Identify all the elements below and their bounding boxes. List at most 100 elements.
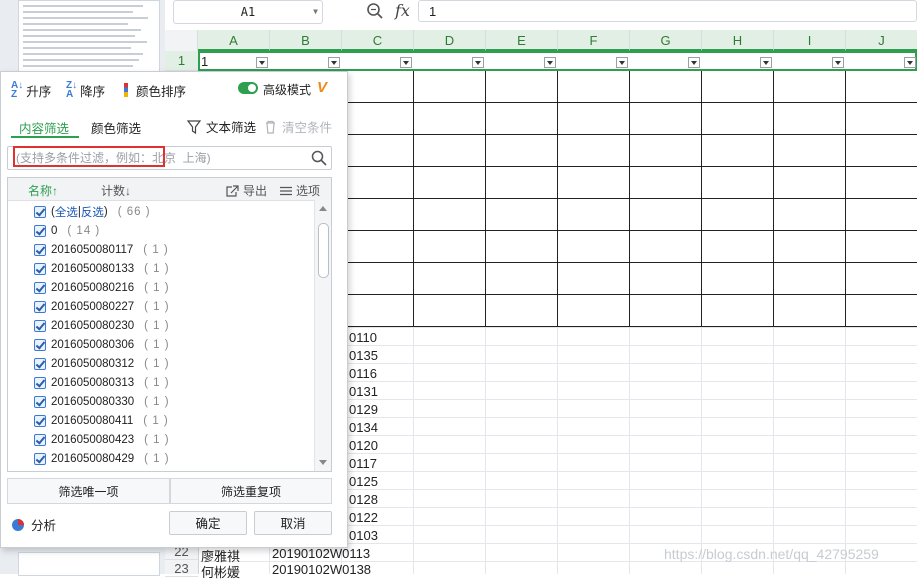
analyze-button[interactable]: 分析 <box>11 515 56 534</box>
cell-id-value[interactable]: 0116 <box>349 366 377 381</box>
filter-list-item[interactable]: 2016050080117 ( 1 ) <box>8 240 316 259</box>
table-cell[interactable] <box>558 135 630 167</box>
table-cell[interactable] <box>846 103 917 135</box>
table-cell[interactable] <box>414 71 486 103</box>
table-cell[interactable] <box>348 135 414 167</box>
scroll-up-arrow[interactable] <box>319 206 327 211</box>
table-cell[interactable] <box>702 71 774 103</box>
table-cell[interactable] <box>846 231 917 263</box>
filter-list-item[interactable]: 2016050080306 ( 1 ) <box>8 335 316 354</box>
column-filter-dropdown-g[interactable] <box>688 57 700 68</box>
filter-list-item[interactable]: 2016050080330 ( 1 ) <box>8 392 316 411</box>
table-cell[interactable] <box>774 199 846 231</box>
filter-list-item[interactable]: 2016050080313 ( 1 ) <box>8 373 316 392</box>
column-filter-dropdown-f[interactable] <box>616 57 628 68</box>
filter-list-item[interactable]: 2016050080227 ( 1 ) <box>8 297 316 316</box>
table-cell[interactable] <box>702 295 774 327</box>
filter-list-item[interactable]: 2016050080216 ( 1 ) <box>8 278 316 297</box>
cancel-button[interactable]: 取消 <box>254 511 332 535</box>
table-cell[interactable] <box>846 135 917 167</box>
cell-id-value[interactable]: 0103 <box>349 528 378 543</box>
table-cell[interactable] <box>414 135 486 167</box>
text-filter-button[interactable]: 文本筛选 <box>187 117 256 136</box>
cell-id-value[interactable]: 20190102W0113 <box>272 546 370 561</box>
item-checkbox[interactable] <box>34 472 46 473</box>
sort-by-name-button[interactable]: 名称↑ <box>28 182 58 199</box>
formula-input[interactable]: 1 <box>418 0 917 22</box>
item-checkbox[interactable] <box>34 300 46 313</box>
table-cell[interactable] <box>702 135 774 167</box>
table-cell[interactable] <box>630 71 702 103</box>
item-checkbox[interactable] <box>34 414 46 427</box>
item-checkbox[interactable] <box>34 452 46 465</box>
table-cell[interactable] <box>702 103 774 135</box>
table-cell[interactable] <box>702 199 774 231</box>
table-cell[interactable] <box>414 199 486 231</box>
filter-list-item[interactable]: 2016050080429 ( 1 ) <box>8 449 316 468</box>
table-cell[interactable] <box>702 231 774 263</box>
table-cell[interactable] <box>774 71 846 103</box>
table-cell[interactable] <box>630 167 702 199</box>
table-cell[interactable] <box>846 263 917 295</box>
table-cell[interactable] <box>774 135 846 167</box>
table-cell[interactable] <box>630 135 702 167</box>
table-cell[interactable] <box>414 103 486 135</box>
filter-list-item[interactable]: 2016050080411 ( 1 ) <box>8 411 316 430</box>
clear-conditions-button[interactable]: 清空条件 <box>264 117 332 136</box>
filter-list-item[interactable]: 2016050080133 ( 1 ) <box>8 259 316 278</box>
table-cell[interactable] <box>348 263 414 295</box>
table-cell[interactable] <box>558 71 630 103</box>
select-all-corner[interactable] <box>165 30 198 51</box>
column-header-j[interactable]: J <box>846 30 917 51</box>
table-cell[interactable] <box>486 263 558 295</box>
table-cell[interactable] <box>774 295 846 327</box>
filter-list-item[interactable]: 2016050080423 ( 1 ) <box>8 430 316 449</box>
table-cell[interactable] <box>558 295 630 327</box>
scroll-down-arrow[interactable] <box>319 460 327 465</box>
advanced-mode-toggle[interactable] <box>238 82 258 94</box>
table-cell[interactable] <box>774 103 846 135</box>
table-cell[interactable] <box>846 167 917 199</box>
table-cell[interactable] <box>486 167 558 199</box>
item-checkbox[interactable] <box>34 433 46 446</box>
sort-descending-button[interactable]: Z↓ A 降序 <box>66 81 105 100</box>
column-header-d[interactable]: D <box>414 30 486 51</box>
filter-list-item[interactable]: 2016050080621 ( 1 ) <box>8 468 316 473</box>
row-header-1[interactable]: 1 <box>165 51 198 71</box>
column-filter-dropdown-c[interactable] <box>400 57 412 68</box>
tab-color-filter[interactable]: 颜色筛选 <box>91 118 141 137</box>
column-filter-dropdown-i[interactable] <box>832 57 844 68</box>
column-filter-dropdown-d[interactable] <box>472 57 484 68</box>
table-cell[interactable] <box>630 231 702 263</box>
table-cell[interactable] <box>348 103 414 135</box>
table-cell[interactable] <box>348 295 414 327</box>
table-cell[interactable] <box>846 71 917 103</box>
table-cell[interactable] <box>558 231 630 263</box>
table-cell[interactable] <box>774 263 846 295</box>
table-cell[interactable] <box>414 263 486 295</box>
table-cell[interactable] <box>702 167 774 199</box>
zoom-icon[interactable] <box>366 2 384 20</box>
sheet-thumbnail-bottom[interactable] <box>18 552 160 576</box>
item-checkbox[interactable] <box>34 224 46 237</box>
table-cell[interactable] <box>558 263 630 295</box>
export-button[interactable]: 导出 <box>226 182 267 199</box>
cell-id-value[interactable]: 0117 <box>349 456 377 471</box>
cell-id-value[interactable]: 0131 <box>349 384 378 399</box>
column-header-a[interactable]: A <box>198 30 270 51</box>
column-filter-dropdown-b[interactable] <box>328 57 340 68</box>
cell-id-value[interactable]: 0134 <box>349 420 378 435</box>
table-cell[interactable] <box>348 199 414 231</box>
table-cell[interactable] <box>348 231 414 263</box>
invert-selection-link[interactable]: 反选 <box>81 204 104 220</box>
item-checkbox[interactable] <box>34 338 46 351</box>
column-filter-dropdown-h[interactable] <box>760 57 772 68</box>
table-cell[interactable] <box>348 71 414 103</box>
column-filter-dropdown-e[interactable] <box>544 57 556 68</box>
item-checkbox[interactable] <box>34 281 46 294</box>
list-scrollbar[interactable] <box>314 200 331 471</box>
fx-icon[interactable]: fx <box>395 1 410 20</box>
table-cell[interactable] <box>774 231 846 263</box>
filter-duplicate-button[interactable]: 筛选重复项 <box>170 478 332 504</box>
filter-list-item[interactable]: 0 ( 14 ) <box>8 221 316 240</box>
